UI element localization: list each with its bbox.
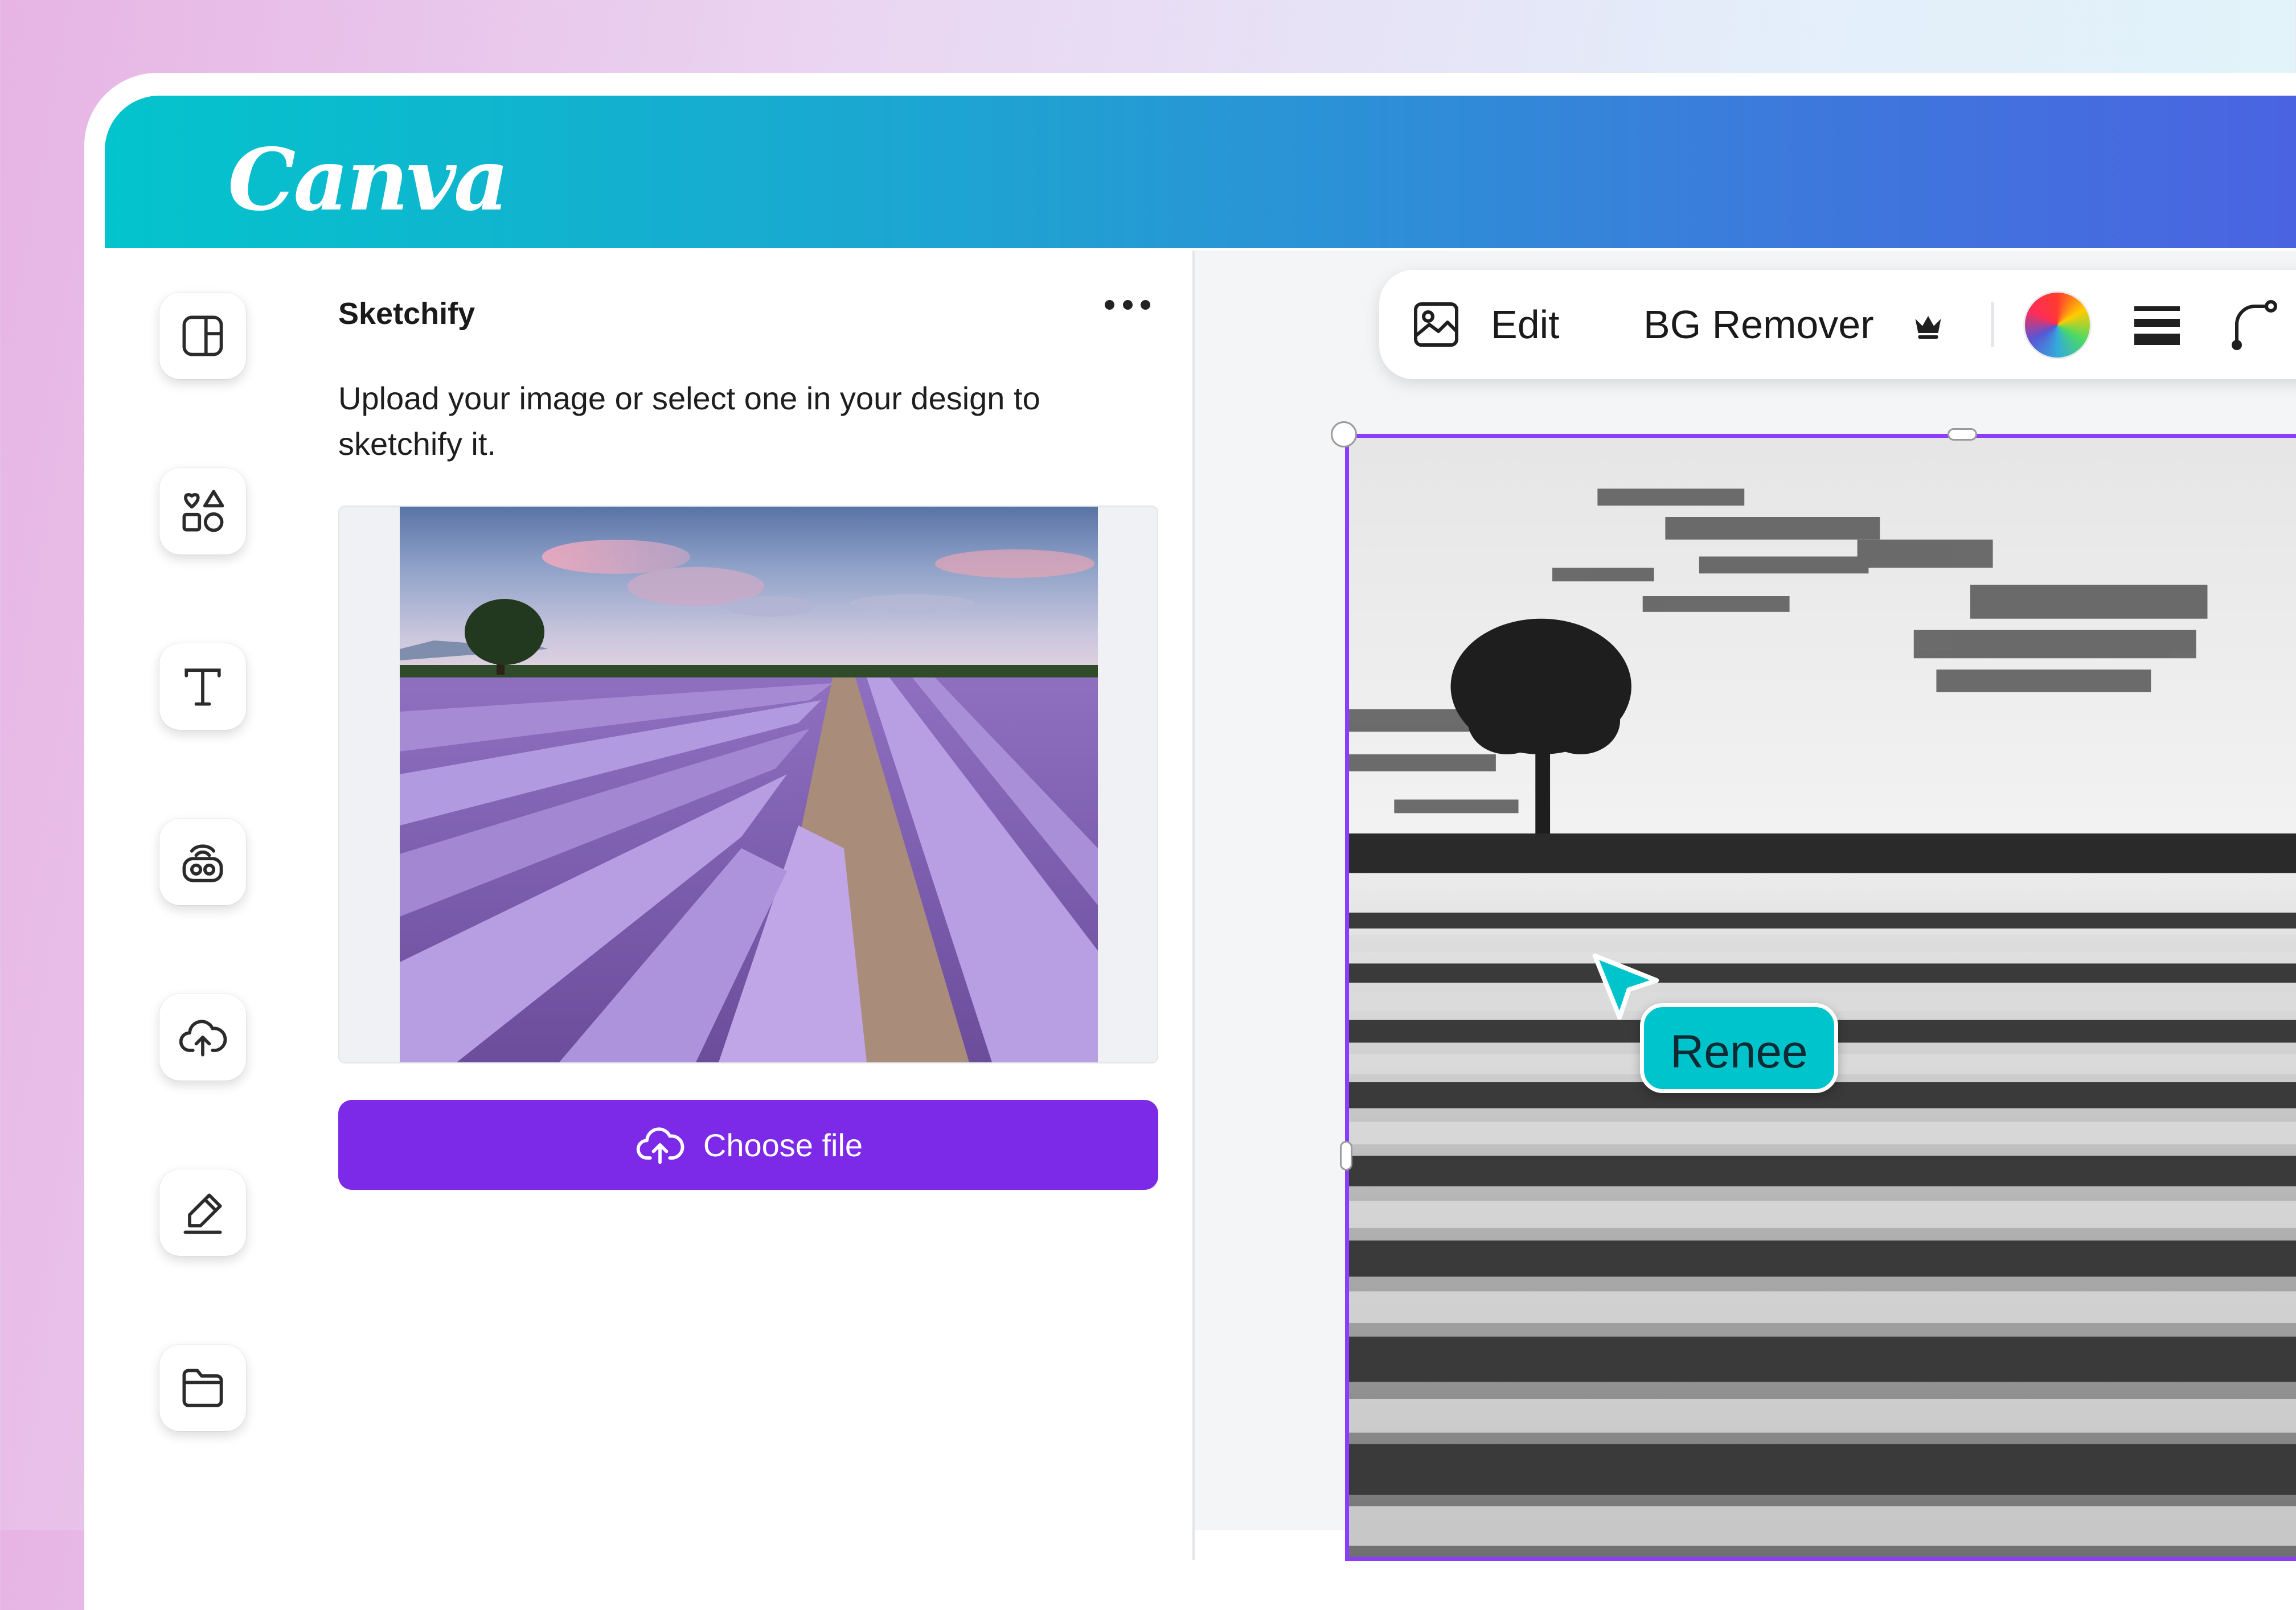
pen-icon [183,1193,222,1234]
layout-icon [182,315,223,356]
choose-file-label: Choose file [703,1127,863,1163]
shapes-icon [182,490,224,532]
crown-icon [1915,316,1941,339]
sidebar-item-text[interactable] [159,643,246,730]
dot-icon [1141,299,1150,310]
sidebar-item-uploads[interactable] [159,994,246,1081]
more-options-button[interactable] [1105,296,1150,313]
color-picker-icon[interactable] [2025,293,2090,358]
bg-remover-button[interactable]: BG Remover [1643,302,1874,347]
canva-logo[interactable]: Canva [228,130,509,230]
cloud-upload-icon [636,1127,684,1164]
resize-handle-top[interactable] [1948,428,1977,441]
corner-rounding-icon[interactable] [2228,297,2282,352]
cloud-upload-icon [179,1020,227,1057]
brand-kit-icon [182,844,223,882]
sidebar-item-elements[interactable] [159,468,246,555]
choose-file-button[interactable]: Choose file [338,1100,1158,1190]
resize-handle-top-left[interactable] [1331,421,1357,447]
sidebar-item-brand[interactable] [159,819,246,905]
panel-description: Upload your image or select one in your … [338,380,1040,462]
sidebar-item-projects[interactable] [159,1345,246,1431]
folder-icon [182,1369,223,1407]
resize-handle-left[interactable] [1340,1141,1352,1170]
image-preview[interactable] [338,506,1158,1063]
toolbar-separator [1991,302,1994,347]
edit-image-icon[interactable] [1409,297,1463,352]
sketch-render [1349,488,2296,1546]
text-icon [184,668,221,706]
line-weight-icon[interactable] [2130,297,2184,352]
sidebar-item-draw[interactable] [159,1169,246,1256]
image-toolbar: Edit BG Remover [1379,270,2296,379]
dot-icon [1105,299,1114,310]
collaborator-name-tag: Renee [1640,1003,1838,1093]
sidebar-item-design[interactable] [159,293,246,379]
lavender-field-image [400,507,1098,1062]
dot-icon [1122,299,1133,310]
app-header: Canva [105,96,2296,248]
edit-button[interactable]: Edit [1491,302,1560,347]
panel-title: Sketchify [338,297,475,331]
sketched-image[interactable] [1345,434,2296,1561]
